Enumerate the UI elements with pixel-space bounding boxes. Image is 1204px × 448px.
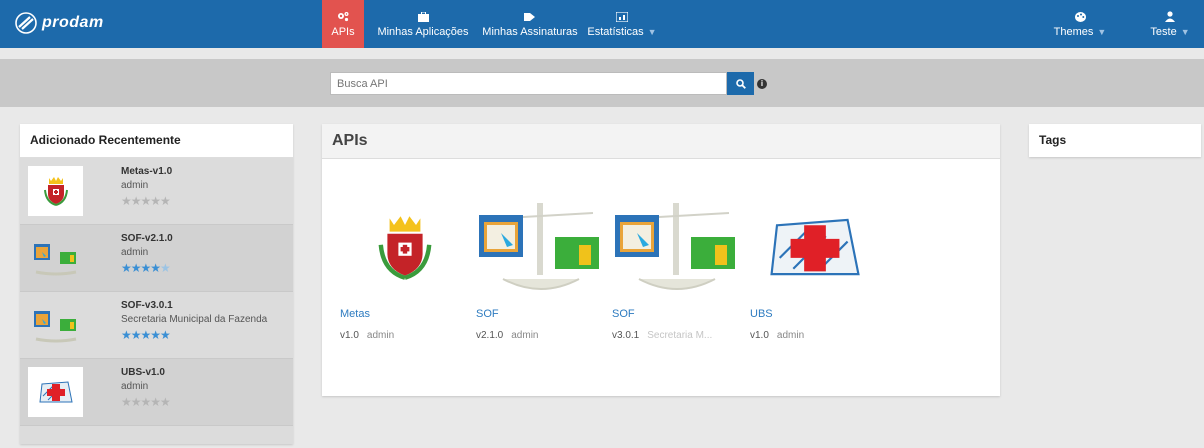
sof-image <box>476 184 606 309</box>
apis-panel: APIs Metas v1.0 admin SOF v2.1.0 admin S… <box>322 124 1000 396</box>
recent-item-metas[interactable]: Metas-v1.0 admin ★★★★★ <box>20 158 293 225</box>
api-version: v1.0 <box>750 330 769 341</box>
api-name-link[interactable]: SOF <box>612 308 635 320</box>
palette-icon <box>1074 11 1086 23</box>
nav-minhas-aplicacoes[interactable]: Minhas Aplicações <box>370 0 476 48</box>
api-version-row: v2.1.0 admin <box>476 330 539 341</box>
recent-item-owner: admin <box>121 247 149 258</box>
medical-map-icon <box>38 381 73 403</box>
nav-estatisticas[interactable]: Estatísticas ▼ <box>582 0 662 48</box>
api-version-row: v3.0.1 Secretaria M... <box>612 330 712 341</box>
gears-icon <box>337 11 349 23</box>
api-card-sof-3[interactable]: SOF v3.0.1 Secretaria M... <box>612 184 742 364</box>
balance-scale-icon <box>479 202 599 290</box>
recent-item-ubs[interactable]: UBS-v1.0 admin ★★★★★ <box>20 359 293 426</box>
api-version-row: v1.0 admin <box>340 330 394 341</box>
nav-user-label: Teste <box>1150 25 1177 38</box>
api-version: v3.0.1 <box>612 330 640 341</box>
coat-of-arms-icon <box>43 177 68 206</box>
medical-map-icon <box>770 218 860 275</box>
recent-item-title: Metas-v1.0 <box>121 166 173 177</box>
sof-thumbnail <box>28 300 83 350</box>
recent-item-title: SOF-v2.1.0 <box>121 233 173 244</box>
api-name-link[interactable]: Metas <box>340 308 370 320</box>
api-owner: admin <box>511 330 539 341</box>
nav-user-label-row: Teste ▼ <box>1150 26 1189 38</box>
ubs-thumbnail <box>28 367 83 417</box>
recent-item-title: UBS-v1.0 <box>121 367 165 378</box>
nav-minhas-assinaturas[interactable]: Minhas Assinaturas <box>480 0 580 48</box>
tag-icon <box>524 11 536 23</box>
recent-panel-title: Adicionado Recentemente <box>20 124 293 158</box>
chevron-down-icon: ▼ <box>1097 26 1107 37</box>
api-owner: admin <box>776 330 805 341</box>
nav-themes-label-row: Themes ▼ <box>1054 26 1107 38</box>
nav-apis-label: APIs <box>331 25 355 38</box>
tags-panel-title: Tags <box>1039 133 1067 147</box>
nav-themes-label: Themes <box>1053 25 1094 38</box>
info-icon[interactable]: i <box>757 79 767 89</box>
rating-stars: ★★★★★ <box>121 194 171 208</box>
top-navbar: prodam APIs Minhas Aplicações Minhas Ass… <box>0 0 1204 48</box>
search-input[interactable] <box>330 72 727 95</box>
metas-thumbnail <box>28 166 83 216</box>
chart-icon <box>616 11 628 23</box>
recent-panel: Adicionado Recentemente Metas-v1.0 admin… <box>20 124 293 444</box>
nav-minhas-aplicacoes-label: Minhas Aplicações <box>377 25 469 38</box>
search-button[interactable] <box>727 72 754 95</box>
balance-scale-icon <box>33 311 76 343</box>
recent-item-sof-3[interactable]: SOF-v3.0.1 Secretaria Municipal da Fazen… <box>20 292 293 359</box>
chevron-down-icon: ▼ <box>647 26 657 37</box>
apis-panel-title: APIs <box>322 124 1000 159</box>
recent-item-owner: admin <box>121 381 149 392</box>
briefcase-icon <box>417 11 429 23</box>
recent-item-sof-2[interactable]: SOF-v2.1.0 admin ★★★★★ <box>20 225 293 292</box>
tags-panel: Tags <box>1029 124 1201 157</box>
balance-scale-icon <box>33 244 76 276</box>
nav-apis[interactable]: APIs <box>322 0 364 48</box>
api-version: v2.1.0 <box>476 330 504 341</box>
api-owner: admin <box>366 330 395 341</box>
nav-user[interactable]: Teste ▼ <box>1142 0 1198 48</box>
api-owner: Secretaria M... <box>647 330 713 341</box>
api-version-row: v1.0 admin <box>750 330 804 341</box>
metas-image <box>340 184 470 309</box>
nav-minhas-assinaturas-label: Minhas Assinaturas <box>482 25 578 38</box>
api-card-ubs[interactable]: UBS v1.0 admin <box>750 184 880 364</box>
api-name-link[interactable]: UBS <box>750 308 773 320</box>
rating-stars: ★★★★★ <box>121 328 171 342</box>
rating-stars: ★★★★★ <box>121 261 171 275</box>
search-band: i <box>0 59 1204 107</box>
recent-item-owner: admin <box>121 180 149 191</box>
recent-item-title: SOF-v3.0.1 <box>121 300 173 311</box>
api-card-sof-2[interactable]: SOF v2.1.0 admin <box>476 184 606 364</box>
coat-of-arms-icon <box>378 215 432 280</box>
ubs-image <box>750 184 880 309</box>
user-icon <box>1164 11 1176 23</box>
nav-estatisticas-label-row: Estatísticas ▼ <box>587 26 656 38</box>
balance-scale-icon <box>615 202 735 290</box>
chevron-down-icon: ▼ <box>1180 26 1190 37</box>
search-icon <box>735 78 746 89</box>
sof-image <box>612 184 742 309</box>
nav-themes[interactable]: Themes ▼ <box>1052 0 1108 48</box>
brand-name: prodam <box>42 14 104 31</box>
prodam-logo-icon <box>15 12 37 34</box>
api-name-link[interactable]: SOF <box>476 308 499 320</box>
recent-item-owner: Secretaria Municipal da Fazenda <box>121 314 268 325</box>
rating-stars: ★★★★★ <box>121 395 171 409</box>
nav-estatisticas-label: Estatísticas <box>587 25 644 38</box>
brand-logo[interactable]: prodam <box>14 12 104 34</box>
api-card-metas[interactable]: Metas v1.0 admin <box>340 184 470 364</box>
sof-thumbnail <box>28 233 83 283</box>
api-version: v1.0 <box>340 330 359 341</box>
